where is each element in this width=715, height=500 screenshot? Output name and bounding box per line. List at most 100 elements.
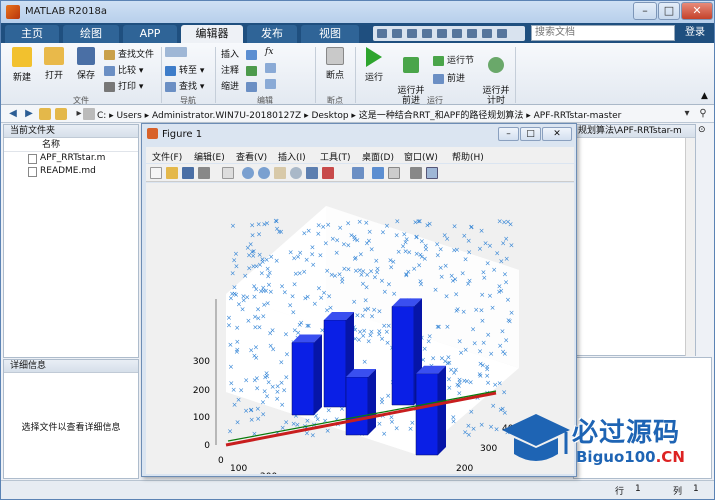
tab-publish[interactable]: 发布 bbox=[247, 25, 297, 43]
name-column-header[interactable]: 名称 bbox=[4, 138, 138, 152]
qat-cut-icon[interactable] bbox=[392, 29, 402, 38]
figure-minimize-button[interactable]: – bbox=[498, 127, 519, 141]
menu-tools[interactable]: 工具(T) bbox=[320, 150, 351, 163]
hide-plot-tools-icon[interactable] bbox=[410, 167, 422, 179]
comment-toggle[interactable] bbox=[265, 63, 279, 74]
sample-point: × bbox=[274, 218, 280, 226]
menu-help[interactable]: 帮助(H) bbox=[452, 150, 484, 163]
brush-icon[interactable] bbox=[322, 167, 334, 179]
figure-close-button[interactable]: ✕ bbox=[542, 127, 572, 141]
sample-point: × bbox=[264, 369, 270, 377]
sample-point: × bbox=[230, 222, 236, 230]
current-path[interactable]: C: ▸ Users ▸ Administrator.WIN7U-2018012… bbox=[97, 108, 621, 121]
tab-home[interactable]: 主页 bbox=[5, 25, 59, 43]
folder-up-icon[interactable] bbox=[39, 108, 51, 120]
qat-switch-icon[interactable] bbox=[467, 29, 477, 38]
sign-in-button[interactable]: 登录 bbox=[679, 25, 711, 41]
tab-editor[interactable]: 编辑器 bbox=[181, 25, 243, 43]
qat-undo-icon[interactable] bbox=[437, 29, 447, 38]
print-button[interactable]: 打印 ▾ bbox=[104, 79, 143, 92]
obstacle-box-side bbox=[368, 369, 376, 435]
sample-point: × bbox=[278, 228, 284, 236]
find-files-button[interactable]: 查找文件 bbox=[104, 47, 154, 60]
sample-point: × bbox=[375, 265, 381, 273]
sample-point: × bbox=[485, 259, 491, 267]
data-cursor-icon[interactable] bbox=[306, 167, 318, 179]
sample-point: × bbox=[264, 393, 270, 401]
collapse-ribbon-icon[interactable]: ▲ bbox=[701, 91, 708, 101]
file-item[interactable]: APF_RRTstar.m bbox=[4, 152, 138, 165]
print-figure-icon[interactable] bbox=[198, 167, 210, 179]
fx-button[interactable]: fx bbox=[265, 47, 273, 57]
sample-point: × bbox=[253, 285, 259, 293]
menu-view[interactable]: 查看(V) bbox=[236, 150, 267, 163]
new-figure-icon[interactable] bbox=[150, 167, 162, 179]
tab-plots[interactable]: 绘图 bbox=[63, 25, 119, 43]
pan-hand-icon[interactable] bbox=[274, 167, 286, 179]
menu-edit[interactable]: 编辑(E) bbox=[194, 150, 225, 163]
advance-button[interactable]: 前进 bbox=[433, 71, 465, 84]
maximize-button[interactable]: □ bbox=[658, 2, 680, 20]
forward-arrow-icon[interactable]: ▶ bbox=[23, 108, 35, 120]
sample-point: × bbox=[439, 273, 445, 281]
edit-plot-icon[interactable] bbox=[222, 167, 234, 179]
qat-help-icon[interactable] bbox=[482, 29, 492, 38]
menu-insert[interactable]: 插入(I) bbox=[278, 150, 306, 163]
menu-file[interactable]: 文件(F) bbox=[152, 150, 182, 163]
sample-point: × bbox=[390, 258, 396, 266]
find-button[interactable]: 查找 ▾ bbox=[165, 79, 204, 92]
indent-button[interactable]: 缩进 bbox=[221, 79, 260, 92]
minimize-button[interactable]: – bbox=[633, 2, 657, 20]
compare-button[interactable]: 比较 ▾ bbox=[104, 63, 143, 76]
back-arrow-icon[interactable]: ◀ bbox=[7, 108, 19, 120]
open-file-icon[interactable] bbox=[166, 167, 178, 179]
panel-menu-icon[interactable]: ⊙ bbox=[698, 125, 706, 135]
details-placeholder: 选择文件以查看详细信息 bbox=[21, 423, 121, 433]
navigate-arrows[interactable] bbox=[165, 47, 190, 58]
sample-point: × bbox=[477, 370, 483, 378]
zoom-out-icon[interactable] bbox=[258, 167, 270, 179]
search-folder-icon[interactable]: ⚲ bbox=[697, 108, 709, 120]
qat-copy-icon[interactable] bbox=[407, 29, 417, 38]
figure-title: Figure 1 bbox=[162, 129, 203, 140]
file-group-label: 文件 bbox=[73, 96, 89, 105]
qat-dropdown-icon[interactable] bbox=[497, 29, 507, 38]
menu-window[interactable]: 窗口(W) bbox=[404, 150, 438, 163]
insert-legend-icon[interactable] bbox=[388, 167, 400, 179]
sample-point: × bbox=[246, 265, 252, 273]
save-figure-icon[interactable] bbox=[182, 167, 194, 179]
qat-save-icon[interactable] bbox=[377, 29, 387, 38]
obstacle-box-side bbox=[438, 365, 446, 455]
show-plot-tools-icon[interactable] bbox=[426, 167, 438, 179]
insert-button[interactable]: 插入 bbox=[221, 47, 260, 60]
new-button[interactable]: 新建 bbox=[7, 47, 37, 83]
browse-folder-icon[interactable] bbox=[55, 108, 67, 120]
rotate-3d-icon[interactable] bbox=[290, 167, 302, 179]
tab-apps[interactable]: APP bbox=[123, 25, 177, 43]
sample-point: × bbox=[278, 358, 284, 366]
figure-maximize-button[interactable]: □ bbox=[520, 127, 541, 141]
file-item[interactable]: README.md bbox=[4, 165, 138, 178]
tab-view[interactable]: 视图 bbox=[301, 25, 359, 43]
new-label: 新建 bbox=[12, 73, 31, 83]
goto-button[interactable]: 转至 ▾ bbox=[165, 63, 204, 76]
zoom-in-icon[interactable] bbox=[242, 167, 254, 179]
qat-paste-icon[interactable] bbox=[422, 29, 432, 38]
close-button[interactable]: ✕ bbox=[681, 2, 713, 20]
menu-desktop[interactable]: 桌面(D) bbox=[362, 150, 394, 163]
insert-colorbar-icon[interactable] bbox=[372, 167, 384, 179]
search-documentation-input[interactable]: 搜索文档 bbox=[531, 25, 675, 41]
smart-indent[interactable] bbox=[265, 79, 279, 90]
col-label: 列 bbox=[673, 487, 683, 497]
run-button[interactable]: 运行 bbox=[359, 47, 389, 83]
editor-scrollbar[interactable] bbox=[685, 138, 695, 356]
qat-redo-icon[interactable] bbox=[452, 29, 462, 38]
open-button[interactable]: 打开 bbox=[39, 47, 69, 81]
path-history-dropdown-icon[interactable]: ▾ bbox=[681, 108, 693, 120]
breakpoints-button[interactable]: 断点 bbox=[319, 47, 351, 81]
watermark-logo: 必过源码 Biguo100.CN bbox=[496, 406, 711, 476]
link-plot-icon[interactable] bbox=[352, 167, 364, 179]
save-button[interactable]: 保存 bbox=[71, 47, 101, 81]
comment-button[interactable]: 注释 bbox=[221, 63, 260, 76]
run-section-button[interactable]: 运行节 bbox=[433, 53, 474, 66]
